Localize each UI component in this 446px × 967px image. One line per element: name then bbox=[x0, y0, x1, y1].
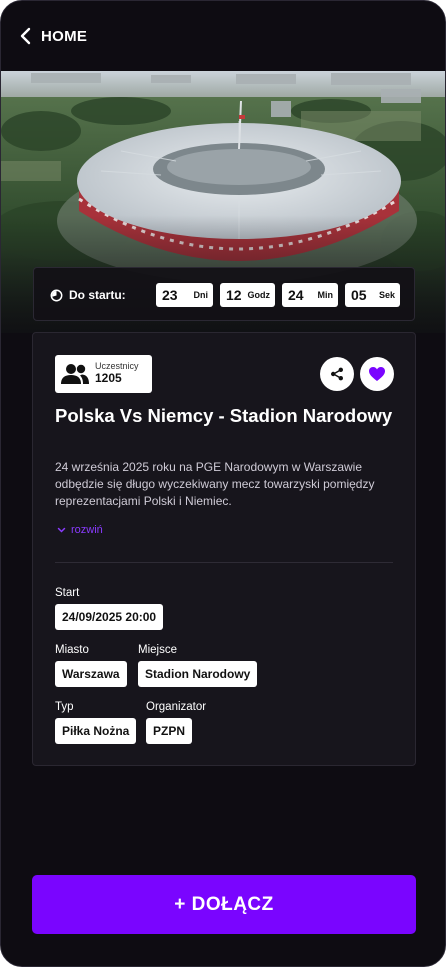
favorite-button[interactable] bbox=[360, 357, 394, 391]
join-button[interactable]: + DOŁĄCZ bbox=[32, 875, 416, 934]
top-bar: HOME bbox=[1, 1, 445, 71]
seconds-value: 05 bbox=[351, 287, 367, 303]
start-label: Start bbox=[55, 587, 80, 599]
city-label: Miasto bbox=[55, 644, 89, 656]
back-button[interactable]: HOME bbox=[19, 23, 87, 49]
organizer-label: Organizator bbox=[146, 701, 207, 713]
share-icon bbox=[331, 367, 343, 381]
timer-icon bbox=[50, 289, 63, 301]
place-value: Stadion Narodowy bbox=[138, 661, 258, 687]
countdown-hours: 12 Godz bbox=[220, 283, 275, 307]
back-label: HOME bbox=[41, 27, 88, 45]
type-value: Piłka Nożna bbox=[55, 718, 137, 744]
countdown-seconds: 05 Sek bbox=[345, 283, 400, 307]
countdown-label: Do startu: bbox=[50, 268, 126, 322]
heart-icon bbox=[369, 367, 385, 381]
section-divider bbox=[55, 562, 393, 563]
countdown-text: Do startu: bbox=[69, 288, 126, 302]
start-value: 24/09/2025 20:00 bbox=[55, 604, 164, 630]
countdown-minutes: 24 Min bbox=[282, 283, 338, 307]
countdown-days: 23 Dni bbox=[156, 283, 213, 307]
days-unit: Dni bbox=[193, 290, 209, 300]
event-description: 24 września 2025 roku na PGE Narodowym w… bbox=[55, 460, 375, 508]
share-button[interactable] bbox=[320, 357, 354, 391]
hours-unit: Godz bbox=[247, 290, 271, 300]
minutes-value: 24 bbox=[288, 287, 304, 303]
event-details-screen: HOME Do startu: 23 Dni 12 Godz 24 Min 05… bbox=[0, 0, 446, 967]
participants-badge: Uczestnicy 1205 bbox=[55, 355, 152, 393]
type-label: Typ bbox=[55, 701, 74, 713]
expand-label: rozwiń bbox=[71, 524, 103, 536]
organizer-value: PZPN bbox=[146, 718, 193, 744]
minutes-unit: Min bbox=[317, 290, 334, 300]
city-value: Warszawa bbox=[55, 661, 127, 687]
countdown-bar: Do startu: 23 Dni 12 Godz 24 Min 05 Sek bbox=[33, 267, 415, 321]
chevron-down-icon bbox=[57, 527, 66, 533]
participants-count: 1205 bbox=[95, 371, 122, 386]
chevron-left-icon bbox=[20, 27, 31, 45]
users-icon bbox=[61, 364, 89, 384]
event-title: Polska Vs Niemcy - Stadion Narodowy bbox=[55, 405, 393, 426]
hours-value: 12 bbox=[226, 287, 242, 303]
days-value: 23 bbox=[162, 287, 178, 303]
seconds-unit: Sek bbox=[378, 290, 395, 300]
place-label: Miejsce bbox=[138, 644, 177, 656]
expand-link[interactable]: rozwiń bbox=[57, 524, 103, 536]
event-card: Uczestnicy 1205 Polska Vs Niemcy - Stadi… bbox=[32, 332, 416, 766]
